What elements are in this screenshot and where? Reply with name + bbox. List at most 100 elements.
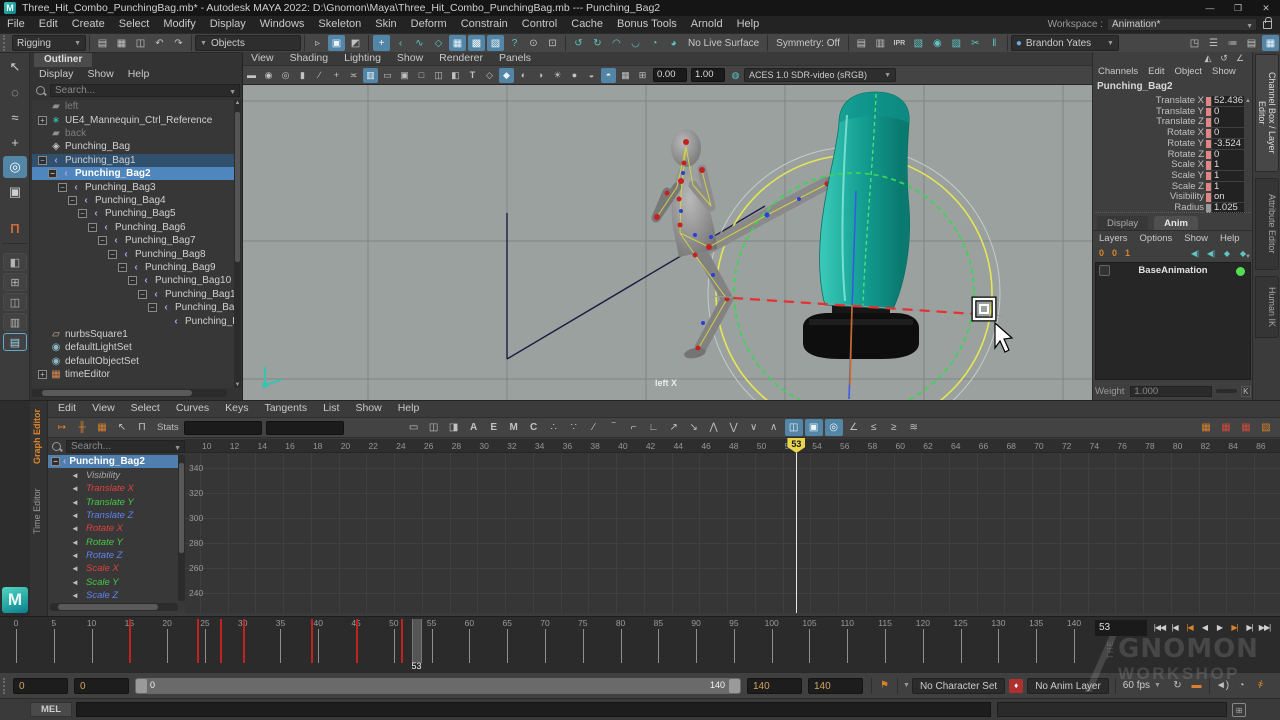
gamma-field[interactable]: 1.00 — [691, 68, 725, 82]
viewport-icon-22[interactable]: ▦ — [618, 68, 633, 83]
exposure-field[interactable]: 0.00 — [653, 68, 687, 82]
weight-key-button[interactable]: K — [1241, 386, 1251, 397]
expand-toggle[interactable]: + — [38, 116, 47, 125]
selection-mask-selector[interactable]: ▼Objects — [195, 35, 301, 51]
ge-left-icon-0[interactable]: ↦ — [53, 419, 71, 436]
colorspace-selector[interactable]: ACES 1.0 SDR-video (sRGB)▼ — [744, 68, 896, 82]
step-forward-frame-button[interactable]: ▶| — [1242, 619, 1257, 636]
redo-icon[interactable]: ↷ — [170, 35, 187, 51]
outliner-search-input[interactable]: Search...▼ — [50, 84, 240, 97]
outliner-item-punching-bag9[interactable]: −‹Punching_Bag9 — [32, 261, 234, 274]
ge-tool-icon-18[interactable]: ∧ — [765, 419, 783, 436]
viewport-icon-3[interactable]: ▮ — [295, 68, 310, 83]
outliner-tab[interactable]: Outliner — [34, 53, 92, 67]
go-to-start-button[interactable]: |◀◀ — [1152, 619, 1167, 636]
expand-toggle[interactable]: − — [148, 303, 157, 312]
channel-panel-scrollbar[interactable] — [178, 455, 185, 601]
menu-select[interactable]: Select — [112, 16, 157, 33]
outliner-item-punching-bag11[interactable]: −‹Punching_Bag11 — [32, 288, 234, 301]
layer-menu-show[interactable]: Show — [1178, 232, 1214, 245]
ge-tab-time-editor[interactable]: Time Editor — [31, 473, 46, 539]
channel-value-field[interactable]: on — [1212, 192, 1244, 202]
chevron-down-icon[interactable]: ▼ — [901, 682, 912, 689]
outliner-menu-help[interactable]: Help — [121, 67, 157, 81]
make-live-icon[interactable]: ▨ — [487, 35, 504, 51]
workspace-selector[interactable]: Animation* ▼ — [1107, 18, 1257, 31]
tab-anim[interactable]: Anim — [1154, 216, 1198, 230]
viewport-menu-lighting[interactable]: Lighting — [336, 52, 389, 65]
save-scene-icon[interactable]: ◫ — [132, 35, 149, 51]
snap-grid-icon[interactable]: ▦ — [449, 35, 466, 51]
anim-layer-key-icon[interactable]: ♦ — [1009, 679, 1023, 693]
modeling-toolkit-icon[interactable]: ◳ — [1186, 35, 1203, 51]
minimize-button[interactable]: — — [1196, 0, 1224, 16]
graph-editor-menu-edit[interactable]: Edit — [50, 401, 84, 416]
attribute-editor-icon[interactable]: ≔ — [1224, 35, 1241, 51]
viewport-icon-6[interactable]: ≍ — [346, 68, 361, 83]
mute-icon[interactable]: ◄ — [70, 564, 80, 573]
ge-tool-icon-9[interactable]: ∕ — [585, 419, 603, 436]
viewport-icon-12[interactable]: ◧ — [448, 68, 463, 83]
curve-snap-d-icon[interactable]: ◕ — [665, 35, 682, 51]
undo-icon[interactable]: ↶ — [151, 35, 168, 51]
viewport-icon-15[interactable]: ◆ — [499, 68, 514, 83]
expand-toggle[interactable]: − — [108, 250, 117, 259]
play-forward-button[interactable]: ▶ — [1212, 619, 1227, 636]
ge-tool-icon-8[interactable]: ∵ — [565, 419, 583, 436]
graph-editor-menu-view[interactable]: View — [84, 401, 123, 416]
history-toggle-icon[interactable]: ↻ — [589, 35, 606, 51]
ge-tool-icon-16[interactable]: ⋁ — [725, 419, 743, 436]
snap-rotate-icon[interactable]: ∿ — [411, 35, 428, 51]
ge-right-icon-3[interactable]: ▧ — [1257, 419, 1275, 436]
outliner-item-punching-bag7[interactable]: −‹Punching_Bag7 — [32, 234, 234, 247]
channel-box-scrollbar[interactable]: ▲▼ — [1245, 98, 1251, 263]
graph-editor-menu-list[interactable]: List — [315, 401, 347, 416]
channel-box-toggle-icon[interactable]: ▦ — [1262, 35, 1279, 51]
ge-tool-icon-22[interactable]: ∠ — [845, 419, 863, 436]
layer-tool-icon-3[interactable]: ◆ — [1236, 245, 1250, 261]
outliner-item-punching-bag4[interactable]: −‹Punching_Bag4 — [32, 194, 234, 207]
select-hierarchy-icon[interactable]: ▹ — [309, 35, 326, 51]
viewport-menu-panels[interactable]: Panels — [491, 52, 539, 65]
render-sequence-icon[interactable]: ▨ — [948, 35, 965, 51]
ge-tool-icon-17[interactable]: ∨ — [745, 419, 763, 436]
viewport-icon-7[interactable]: ▥ — [363, 68, 378, 83]
outliner-item-punching-bag5[interactable]: −‹Punching_Bag5 — [32, 207, 234, 220]
menu-skin[interactable]: Skin — [368, 16, 403, 33]
step-forward-key-button[interactable]: ▶| — [1227, 619, 1242, 636]
graph-editor-menu-show[interactable]: Show — [347, 401, 389, 416]
viewport-icon-19[interactable]: ● — [567, 68, 582, 83]
expand-toggle[interactable]: + — [38, 370, 47, 379]
ge-left-icon-2[interactable]: ▦ — [93, 419, 111, 436]
playback-end-field[interactable]: 140 — [747, 678, 802, 694]
menu-display[interactable]: Display — [203, 16, 253, 33]
tool-settings-icon[interactable]: ▤ — [1243, 35, 1260, 51]
channel-key-indicator[interactable] — [1206, 172, 1211, 181]
keyframe-tick-39[interactable] — [311, 619, 313, 663]
ge-left-icon-4[interactable]: Π — [133, 419, 151, 436]
character-icon[interactable]: ◭ — [1201, 52, 1215, 65]
channel-key-indicator[interactable] — [1206, 108, 1211, 117]
ge-channel-scale-z[interactable]: ◄Scale Z — [48, 589, 185, 602]
outliner-item-punching-bag2[interactable]: −‹Punching_Bag2 — [32, 167, 234, 180]
menu-arnold[interactable]: Arnold — [684, 16, 730, 33]
menu-constrain[interactable]: Constrain — [454, 16, 515, 33]
graph-editor-menu-help[interactable]: Help — [390, 401, 428, 416]
animation-end-field[interactable]: 140 — [808, 678, 863, 694]
ge-channel-translate-x[interactable]: ◄Translate X — [48, 482, 185, 495]
keyframe-tick-15[interactable] — [129, 619, 131, 663]
outliner-item-nurbssquare1[interactable]: ▱nurbsSquare1 — [32, 328, 234, 341]
ge-channel-translate-z[interactable]: ◄Translate Z — [48, 509, 185, 522]
anim-layer-row[interactable]: BaseAnimation — [1096, 263, 1250, 279]
viewport-icon-13[interactable]: T — [465, 68, 480, 83]
expand-toggle[interactable]: − — [48, 169, 57, 178]
layer-active-indicator[interactable] — [1236, 267, 1245, 276]
channel-box-menu-edit[interactable]: Edit — [1143, 65, 1169, 79]
render-frame-icon[interactable]: ▥ — [872, 35, 889, 51]
sidebar-tab-attribute-editor[interactable]: Attribute Editor — [1255, 178, 1279, 270]
construction-history-icon[interactable]: ↺ — [570, 35, 587, 51]
channel-box-menu-show[interactable]: Show — [1207, 65, 1241, 79]
channel-key-indicator[interactable] — [1206, 151, 1211, 160]
range-end-handle[interactable] — [729, 679, 740, 693]
ge-channel-scale-y[interactable]: ◄Scale Y — [48, 575, 185, 588]
